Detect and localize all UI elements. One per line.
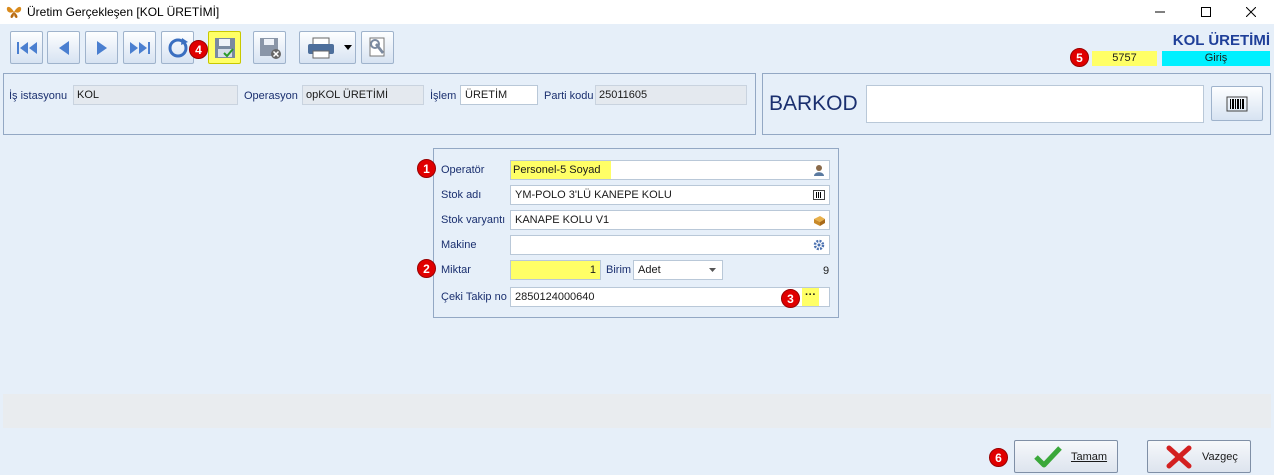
cancel-label: Vazgeç [1202,450,1238,463]
barcode-icon [1226,96,1248,111]
machine-label: Makine [441,239,477,251]
delete-button[interactable] [253,31,286,64]
lot-field: 25011605 [595,85,747,105]
unit-select[interactable]: Adet [633,260,723,280]
variant-value: KANAPE KOLU V1 [515,214,610,226]
save-button[interactable] [208,31,241,64]
unit-extra: 9 [823,265,830,277]
badge-4: 4 [189,40,208,59]
badge-3: 3 [781,289,800,308]
cross-icon [1166,445,1192,468]
next-record-icon [96,40,107,55]
ellipsis-button[interactable]: ··· [802,288,819,306]
box-icon[interactable] [812,213,826,227]
barcode-input[interactable] [866,85,1204,123]
barcode-button[interactable] [1211,86,1263,121]
module-title: KOL ÜRETİMİ [1172,32,1270,49]
print-button[interactable] [299,31,356,64]
operator-value: Personel-5 Soyad [511,161,611,179]
process-field[interactable]: ÜRETİM [460,85,538,105]
status-badge: Giriş [1162,51,1270,66]
stock-label: Stok adı [441,189,482,201]
last-record-button[interactable] [123,31,156,64]
gear-icon[interactable] [812,238,826,252]
operation-field: opKOL ÜRETİMİ [302,85,424,105]
variant-label: Stok varyantı [441,214,506,226]
printer-icon [308,37,334,58]
person-icon[interactable] [812,163,826,177]
badge-5: 5 [1070,48,1089,67]
record-number: 5757 [1092,51,1157,66]
tracking-label: Çeki Takip no [441,291,507,303]
workstation-field: KOL [73,85,238,105]
last-record-icon [129,41,150,54]
minimize-icon [1155,11,1165,13]
save-icon [214,37,235,58]
lot-label: Parti kodu [544,90,594,102]
window-title: Üretim Gerçekleşen [KOL ÜRETİMİ] [27,5,220,19]
checkmark-icon [1034,445,1062,467]
dropdown-arrow-icon[interactable] [344,44,352,51]
badge-2: 2 [417,259,436,278]
operator-field[interactable]: Personel-5 Soyad [510,160,830,180]
close-icon [1246,7,1256,17]
quantity-field[interactable]: 1 [510,260,601,280]
wrench-icon [369,37,384,56]
machine-field[interactable] [510,235,830,255]
close-button[interactable] [1228,0,1274,24]
variant-field[interactable]: KANAPE KOLU V1 [510,210,830,230]
next-record-button[interactable] [85,31,118,64]
cancel-button[interactable]: Vazgeç [1147,440,1251,473]
unit-value: Adet [638,264,661,276]
chevron-down-icon[interactable] [705,263,719,277]
list-icon[interactable] [812,188,826,202]
title-bar: Üretim Gerçekleşen [KOL ÜRETİMİ] [0,0,1274,24]
previous-record-icon [58,40,69,55]
stock-value: YM-POLO 3'LÜ KANEPE KOLU [515,189,672,201]
status-strip [3,394,1271,428]
badge-6: 6 [989,448,1008,467]
stock-field[interactable]: YM-POLO 3'LÜ KANEPE KOLU [510,185,830,205]
badge-1: 1 [417,159,436,178]
first-record-icon [16,41,37,54]
save-delete-icon [259,37,281,59]
barcode-label: BARKOD [769,92,858,115]
refresh-icon [168,37,188,57]
operation-label: Operasyon [244,90,298,102]
workstation-label: İş istasyonu [9,90,68,102]
tracking-value: 2850124000640 [515,291,595,303]
operator-label: Operatör [441,164,485,176]
ok-button[interactable]: Tamam [1014,440,1118,473]
maximize-button[interactable] [1183,0,1229,24]
quantity-label: Miktar [441,264,471,276]
process-label: İşlem [430,90,457,102]
ok-label: Tamam [1071,450,1108,463]
first-record-button[interactable] [10,31,43,64]
unit-label: Birim [606,264,632,276]
tools-button[interactable] [361,31,394,64]
maximize-icon [1201,7,1211,17]
minimize-button[interactable] [1137,0,1183,24]
butterfly-icon [6,4,22,20]
previous-record-button[interactable] [47,31,80,64]
